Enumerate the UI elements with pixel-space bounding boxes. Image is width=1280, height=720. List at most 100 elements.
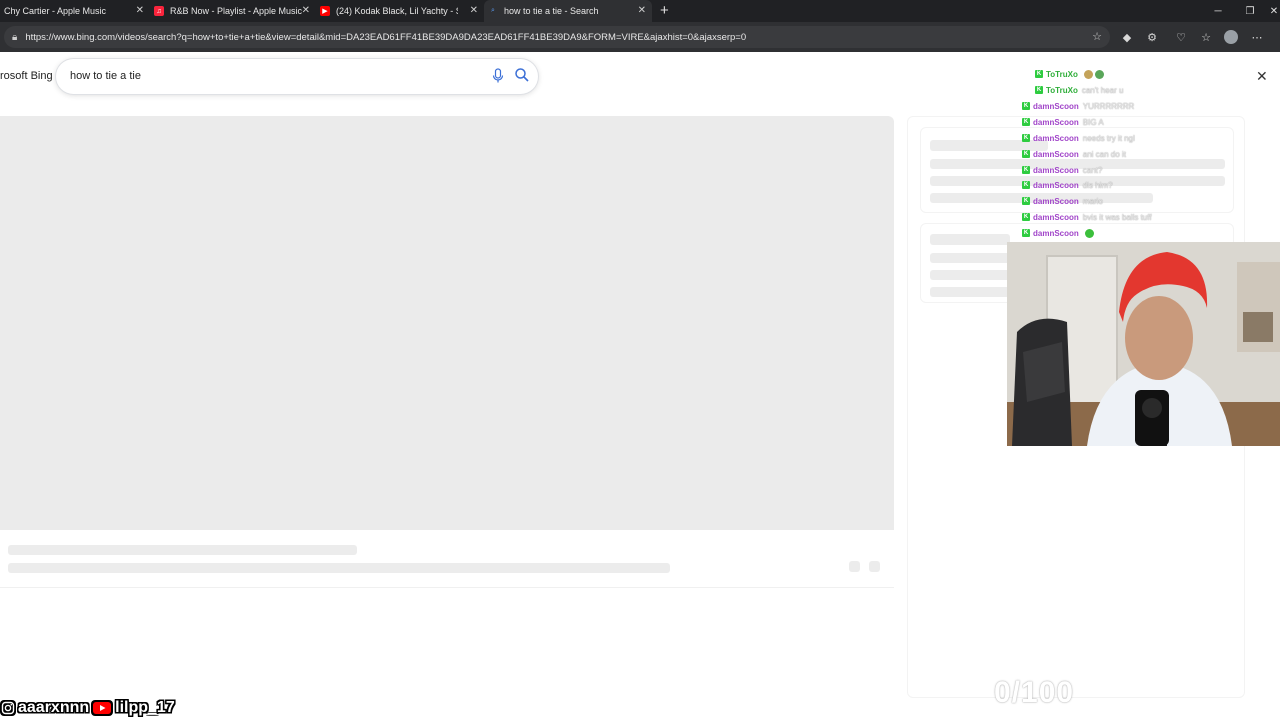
- kick-badge-icon: K: [1022, 134, 1030, 142]
- chat-text: mario: [1082, 196, 1103, 206]
- search-query-text: how to tie a tie: [70, 70, 141, 82]
- favorite-star-icon[interactable]: ☆: [1092, 30, 1102, 43]
- lock-icon[interactable]: 🔒︎: [12, 32, 17, 43]
- tab-title: Chy Cartier - Apple Music: [4, 6, 107, 16]
- chat-message: K ToTruXo: [1035, 67, 1104, 81]
- chat-text: ani can do it: [1082, 149, 1126, 159]
- kick-badge-icon: K: [1022, 181, 1030, 189]
- close-detail-icon[interactable]: ✕: [1256, 68, 1268, 85]
- chat-text: cant?: [1082, 165, 1103, 175]
- favorites-icon[interactable]: ☆: [1198, 29, 1214, 45]
- url-field[interactable]: 🔒︎ https://www.bing.com/videos/search?q=…: [4, 26, 1110, 48]
- kick-badge-icon: K: [1022, 118, 1030, 126]
- tab-title: (24) Kodak Black, Lil Yachty - Shor: [336, 6, 458, 16]
- apple-music-icon: ♫: [154, 6, 164, 16]
- extension-diamond-icon[interactable]: ◆: [1119, 29, 1135, 45]
- chat-emote-icon: [1094, 69, 1104, 79]
- chat-username: damnScoon: [1033, 212, 1079, 222]
- skeleton-line: [930, 270, 1010, 280]
- chat-username: damnScoon: [1033, 228, 1079, 238]
- youtube-icon: [91, 700, 114, 716]
- instagram-icon: [0, 700, 16, 716]
- close-icon[interactable]: ✕: [302, 5, 310, 17]
- url-text: https://www.bing.com/videos/search?q=how…: [25, 31, 747, 43]
- search-icon: ⌕: [491, 7, 495, 14]
- new-tab-icon[interactable]: +: [660, 0, 669, 22]
- kick-badge-icon: K: [1022, 229, 1030, 237]
- instagram-handle: aaarxnnn: [18, 699, 90, 716]
- kick-badge-icon: K: [1035, 86, 1043, 94]
- chat-text: needs try it ngl: [1082, 133, 1135, 143]
- chat-username: ToTruXo: [1046, 85, 1078, 95]
- close-icon[interactable]: ✕: [638, 5, 646, 17]
- tab-rnb-now[interactable]: ♫ R&B Now - Playlist - Apple Music ✕: [150, 0, 316, 22]
- social-handles: aaarxnnn lilpp_17: [0, 698, 177, 718]
- tab-bing-search[interactable]: ⌕ how to tie a tie - Search ✕: [484, 0, 652, 22]
- skeleton-line: [930, 253, 1010, 263]
- chat-username: damnScoon: [1033, 117, 1079, 127]
- webcam-image: [1007, 242, 1280, 446]
- kick-badge-icon: K: [1022, 150, 1030, 158]
- chat-message: K damnScoon dis him?: [1022, 178, 1113, 192]
- chat-emote-icon: [1084, 228, 1094, 238]
- webcam-feed: [1007, 242, 1280, 446]
- kick-badge-icon: K: [1022, 102, 1030, 110]
- chat-username: damnScoon: [1033, 180, 1079, 190]
- youtube-handle: lilpp_17: [115, 699, 175, 716]
- close-icon[interactable]: ✕: [136, 5, 144, 17]
- chat-username: damnScoon: [1033, 196, 1079, 206]
- chat-text: dis him?: [1082, 180, 1113, 190]
- chat-username: damnScoon: [1033, 101, 1079, 111]
- kick-badge-icon: K: [1022, 166, 1030, 174]
- goal-counter: 0/100: [994, 676, 1075, 709]
- chat-username: ToTruXo: [1046, 69, 1078, 79]
- chat-username: damnScoon: [1033, 165, 1079, 175]
- chat-text: bvis it was balls tuff: [1082, 212, 1152, 222]
- chat-username: damnScoon: [1033, 149, 1079, 159]
- minimize-icon[interactable]: ─: [1202, 0, 1234, 22]
- chat-message: K damnScoon cant?: [1022, 163, 1102, 177]
- video-player-placeholder[interactable]: [0, 116, 894, 530]
- chat-message: K ToTruXo can't hear u: [1035, 83, 1123, 97]
- skeleton-action: [869, 561, 880, 572]
- tab-youtube[interactable]: ▶ (24) Kodak Black, Lil Yachty - Shor ✕: [316, 0, 484, 22]
- search-input[interactable]: how to tie a tie: [56, 59, 538, 94]
- screen: Chy Cartier - Apple Music ✕ ♫ R&B Now - …: [0, 0, 1280, 720]
- address-bar: 🔒︎ https://www.bing.com/videos/search?q=…: [0, 22, 1280, 52]
- tab-strip: Chy Cartier - Apple Music ✕ ♫ R&B Now - …: [0, 0, 1280, 22]
- skeleton-subtitle: [8, 563, 670, 573]
- youtube-icon: ▶: [320, 6, 330, 16]
- skeleton-line: [930, 287, 1010, 297]
- chat-username: damnScoon: [1033, 133, 1079, 143]
- skeleton-action: [849, 561, 860, 572]
- tab-title: R&B Now - Playlist - Apple Music: [170, 6, 303, 16]
- chat-message: K damnScoon ani can do it: [1022, 147, 1126, 161]
- search-icon[interactable]: [514, 67, 530, 83]
- tab-title: how to tie a tie - Search: [504, 6, 599, 16]
- bing-logo[interactable]: rosoft Bing: [0, 70, 53, 82]
- chat-text: YURRRRRRR: [1082, 101, 1135, 111]
- skeleton-line: [930, 234, 1010, 245]
- profile-avatar[interactable]: [1223, 29, 1239, 45]
- kick-badge-icon: K: [1035, 70, 1043, 78]
- chat-message: K damnScoon bvis it was balls tuff: [1022, 210, 1152, 224]
- microphone-icon[interactable]: [492, 68, 504, 84]
- chat-text: BIG A: [1082, 117, 1104, 127]
- skeleton-title: [8, 545, 357, 555]
- window-close-icon[interactable]: ✕: [1258, 0, 1280, 22]
- chat-emote-icon: [1083, 69, 1093, 79]
- chat-text: can't hear u: [1081, 85, 1124, 95]
- chat-message: K damnScoon mario: [1022, 194, 1103, 208]
- kick-badge-icon: K: [1022, 213, 1030, 221]
- close-icon[interactable]: ✕: [470, 5, 478, 17]
- video-metadata-skeleton: [0, 530, 894, 588]
- chat-message: K damnScoon: [1022, 226, 1094, 240]
- kick-badge-icon: K: [1022, 197, 1030, 205]
- extensions-puzzle-icon[interactable]: ⚙: [1144, 29, 1160, 45]
- tab-chy-cartier[interactable]: Chy Cartier - Apple Music ✕: [0, 0, 150, 22]
- chat-message: K damnScoon BIG A: [1022, 115, 1104, 129]
- chat-message: K damnScoon needs try it ngl: [1022, 131, 1135, 145]
- browser-essentials-icon[interactable]: ♡: [1173, 29, 1189, 45]
- more-menu-icon[interactable]: ⋯: [1249, 29, 1265, 45]
- chat-message: K damnScoon YURRRRRRR: [1022, 99, 1134, 113]
